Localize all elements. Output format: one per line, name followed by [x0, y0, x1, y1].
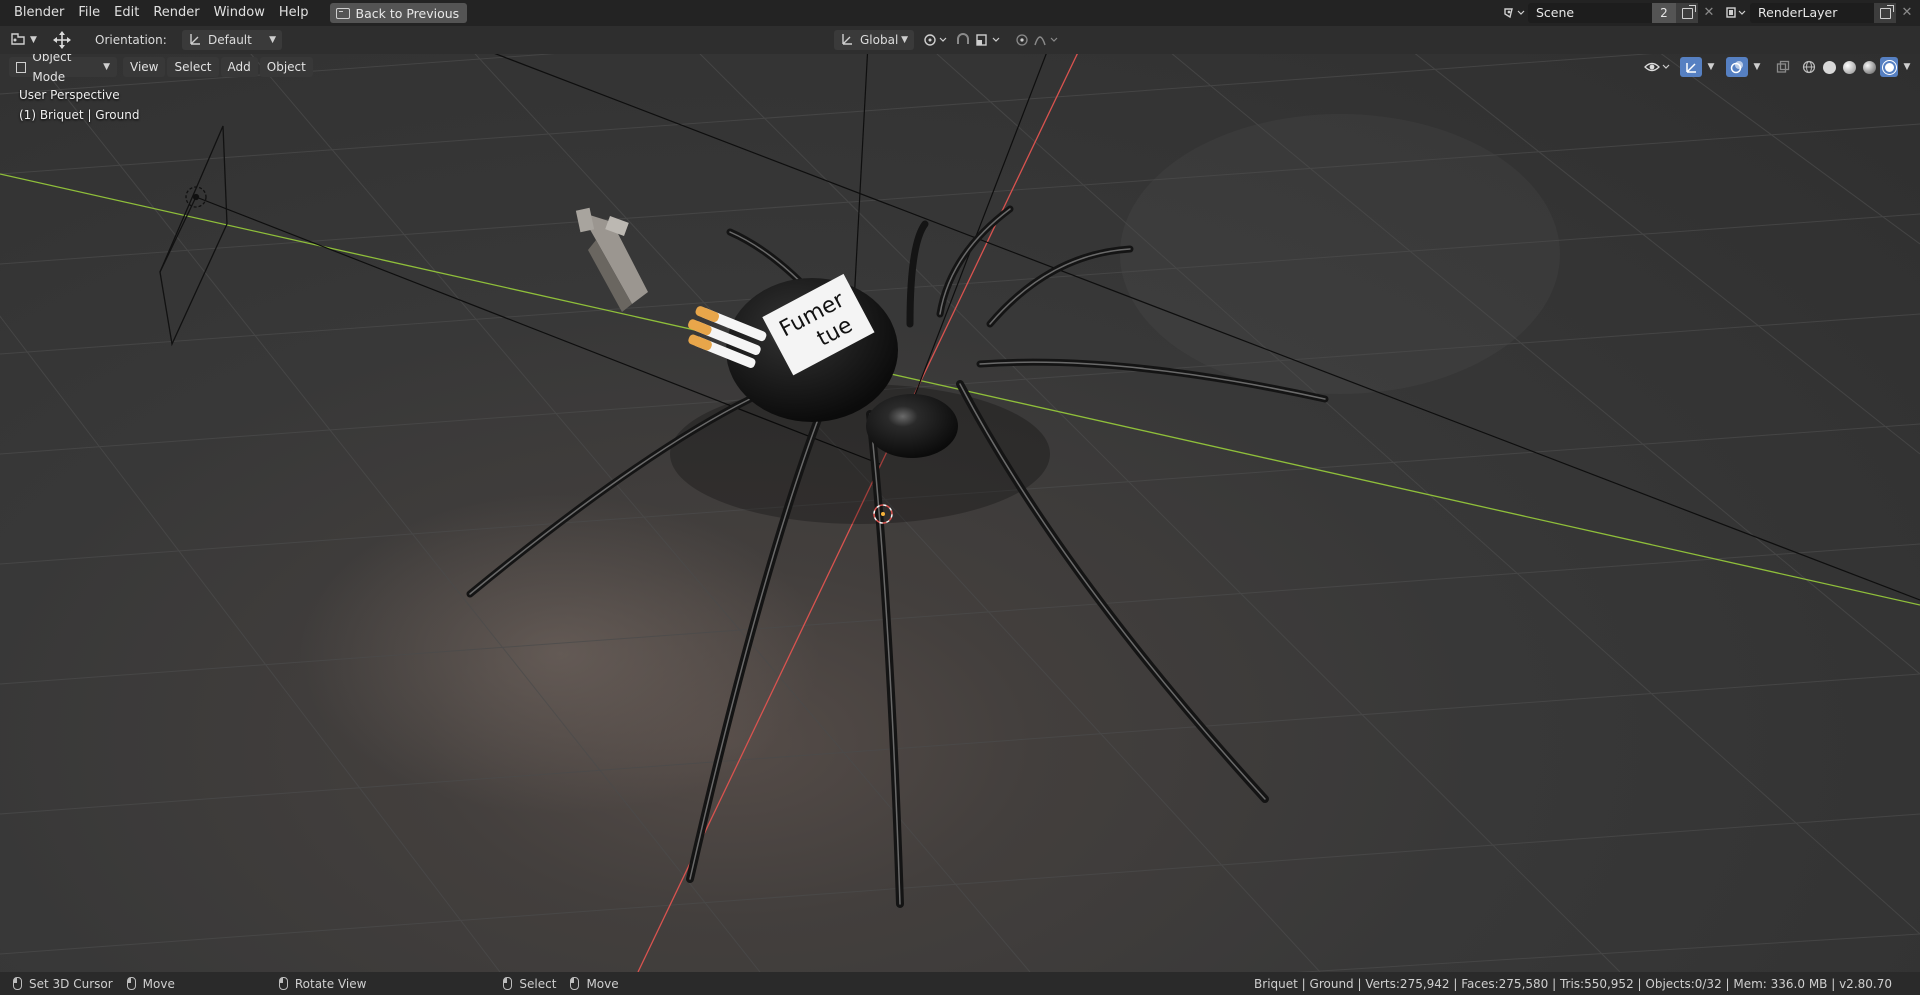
orientation-icon [188, 32, 202, 49]
mouse-icon [503, 977, 513, 990]
viewport-menu-select[interactable]: Select [167, 57, 219, 77]
status-bar: Set 3D Cursor Move Rotate View Select Mo… [0, 972, 1920, 995]
status-hint-move: Move [126, 976, 175, 991]
delete-scene-button[interactable]: ✕ [1698, 3, 1720, 23]
transform-orientation-dropdown[interactable]: Global ▼ [834, 30, 914, 50]
gizmo-dropdown[interactable]: ▼ [1704, 57, 1718, 77]
3d-viewport[interactable]: Fumer tue Object Mode ▼ View Select Add … [0, 54, 1920, 972]
editor-type-dropdown[interactable]: ▼ [10, 30, 37, 50]
status-hint-rotate: Rotate View [278, 976, 367, 991]
material-icon[interactable] [1840, 57, 1858, 77]
back-to-previous-label: Back to Previous [355, 5, 460, 21]
menu-render[interactable]: Render [146, 0, 206, 26]
rendered-icon[interactable] [1860, 57, 1878, 77]
transform-orientation-value: Global [860, 33, 899, 47]
mouse-icon [126, 977, 136, 990]
status-hint-select: Select [503, 977, 556, 991]
shading-dropdown[interactable]: ▼ [1900, 57, 1914, 77]
scene-icon[interactable] [1500, 3, 1528, 23]
status-hint-label: Select [519, 976, 557, 991]
new-scene-button[interactable] [1676, 3, 1698, 23]
global-axis-icon [840, 32, 854, 49]
back-icon [335, 7, 350, 19]
menu-help[interactable]: Help [272, 0, 316, 26]
active-object-label: (1) Briquet | Ground [19, 108, 140, 122]
pivot-icon[interactable] [922, 30, 950, 50]
overlay-icon[interactable] [1726, 57, 1748, 77]
xray-icon[interactable] [1772, 57, 1794, 77]
object-mode-dropdown[interactable]: Object Mode ▼ [9, 54, 117, 84]
mouse-icon [278, 977, 288, 990]
view-perspective-label: User Perspective [19, 88, 120, 102]
transform-gizmo-icon[interactable] [50, 30, 74, 50]
viewport-menu-add[interactable]: Add [220, 57, 258, 77]
active-shading-icon[interactable] [1880, 57, 1898, 77]
orientation-value: Default [208, 33, 252, 47]
camera-object[interactable] [159, 125, 228, 347]
menu-edit[interactable]: Edit [107, 0, 146, 26]
object-mode-icon [16, 61, 27, 73]
snap-icon[interactable] [955, 30, 1005, 50]
viewport-menu-object[interactable]: Object [259, 57, 313, 77]
back-to-previous-button[interactable]: Back to Previous [329, 3, 468, 23]
top-bar: Blender File Edit Render Window Help Bac… [0, 0, 1920, 26]
status-hint-label: Move [586, 976, 619, 991]
status-hint-cursor: Set 3D Cursor [13, 977, 113, 991]
tool-header: ▼ Orientation: Default ▼ Global ▼ [0, 26, 1920, 54]
mouse-icon [570, 977, 580, 990]
status-hint-label: Rotate View [294, 976, 367, 991]
render-layer-selector: RenderLayer ✕ [1722, 3, 1918, 23]
orientation-dropdown[interactable]: Default ▼ [182, 30, 282, 50]
menu-file[interactable]: File [71, 0, 107, 26]
duplicate-icon [1681, 4, 1696, 19]
status-hint-label: Set 3D Cursor [29, 976, 113, 991]
viewport-header: Object Mode ▼ View Select Add Object ▼ ▼ [0, 54, 1920, 84]
status-hint-label: Move [142, 976, 175, 991]
menu-blender[interactable]: Blender [0, 0, 71, 26]
scene-statistics: Briquet | Ground | Verts:275,942 | Faces… [1254, 976, 1892, 991]
scene-users-count: 2 [1652, 3, 1676, 23]
visibility-icon[interactable] [1642, 57, 1672, 77]
orientation-label: Orientation: [95, 33, 167, 47]
solid-icon[interactable] [1820, 57, 1838, 77]
status-hint-move-2: Move [570, 976, 619, 991]
delete-render-layer-button[interactable]: ✕ [1896, 3, 1918, 23]
overlay-dropdown[interactable]: ▼ [1750, 57, 1764, 77]
editor-type-icon [10, 32, 26, 49]
spider-head[interactable] [866, 394, 958, 458]
scene-selector: Scene 2 ✕ [1500, 3, 1720, 23]
viewport-scene: Fumer tue [0, 54, 1920, 972]
gizmo-icon[interactable] [1680, 57, 1702, 77]
scene-name-field[interactable]: Scene [1528, 3, 1652, 23]
proportional-icon[interactable] [1014, 30, 1064, 50]
renderlayer-icon[interactable] [1722, 3, 1750, 23]
viewport-shading-controls: ▼ ▼ ▼ [1642, 57, 1914, 77]
viewport-menu-view[interactable]: View [123, 57, 166, 77]
lighter-object[interactable] [575, 207, 648, 312]
duplicate-icon [1879, 4, 1894, 19]
new-render-layer-button[interactable] [1874, 3, 1896, 23]
menu-window[interactable]: Window [207, 0, 272, 26]
mouse-icon [13, 977, 22, 990]
render-layer-name-field[interactable]: RenderLayer [1750, 3, 1874, 23]
wireframe-icon[interactable] [1800, 57, 1818, 77]
object-mode-value: Object Mode [32, 54, 72, 84]
